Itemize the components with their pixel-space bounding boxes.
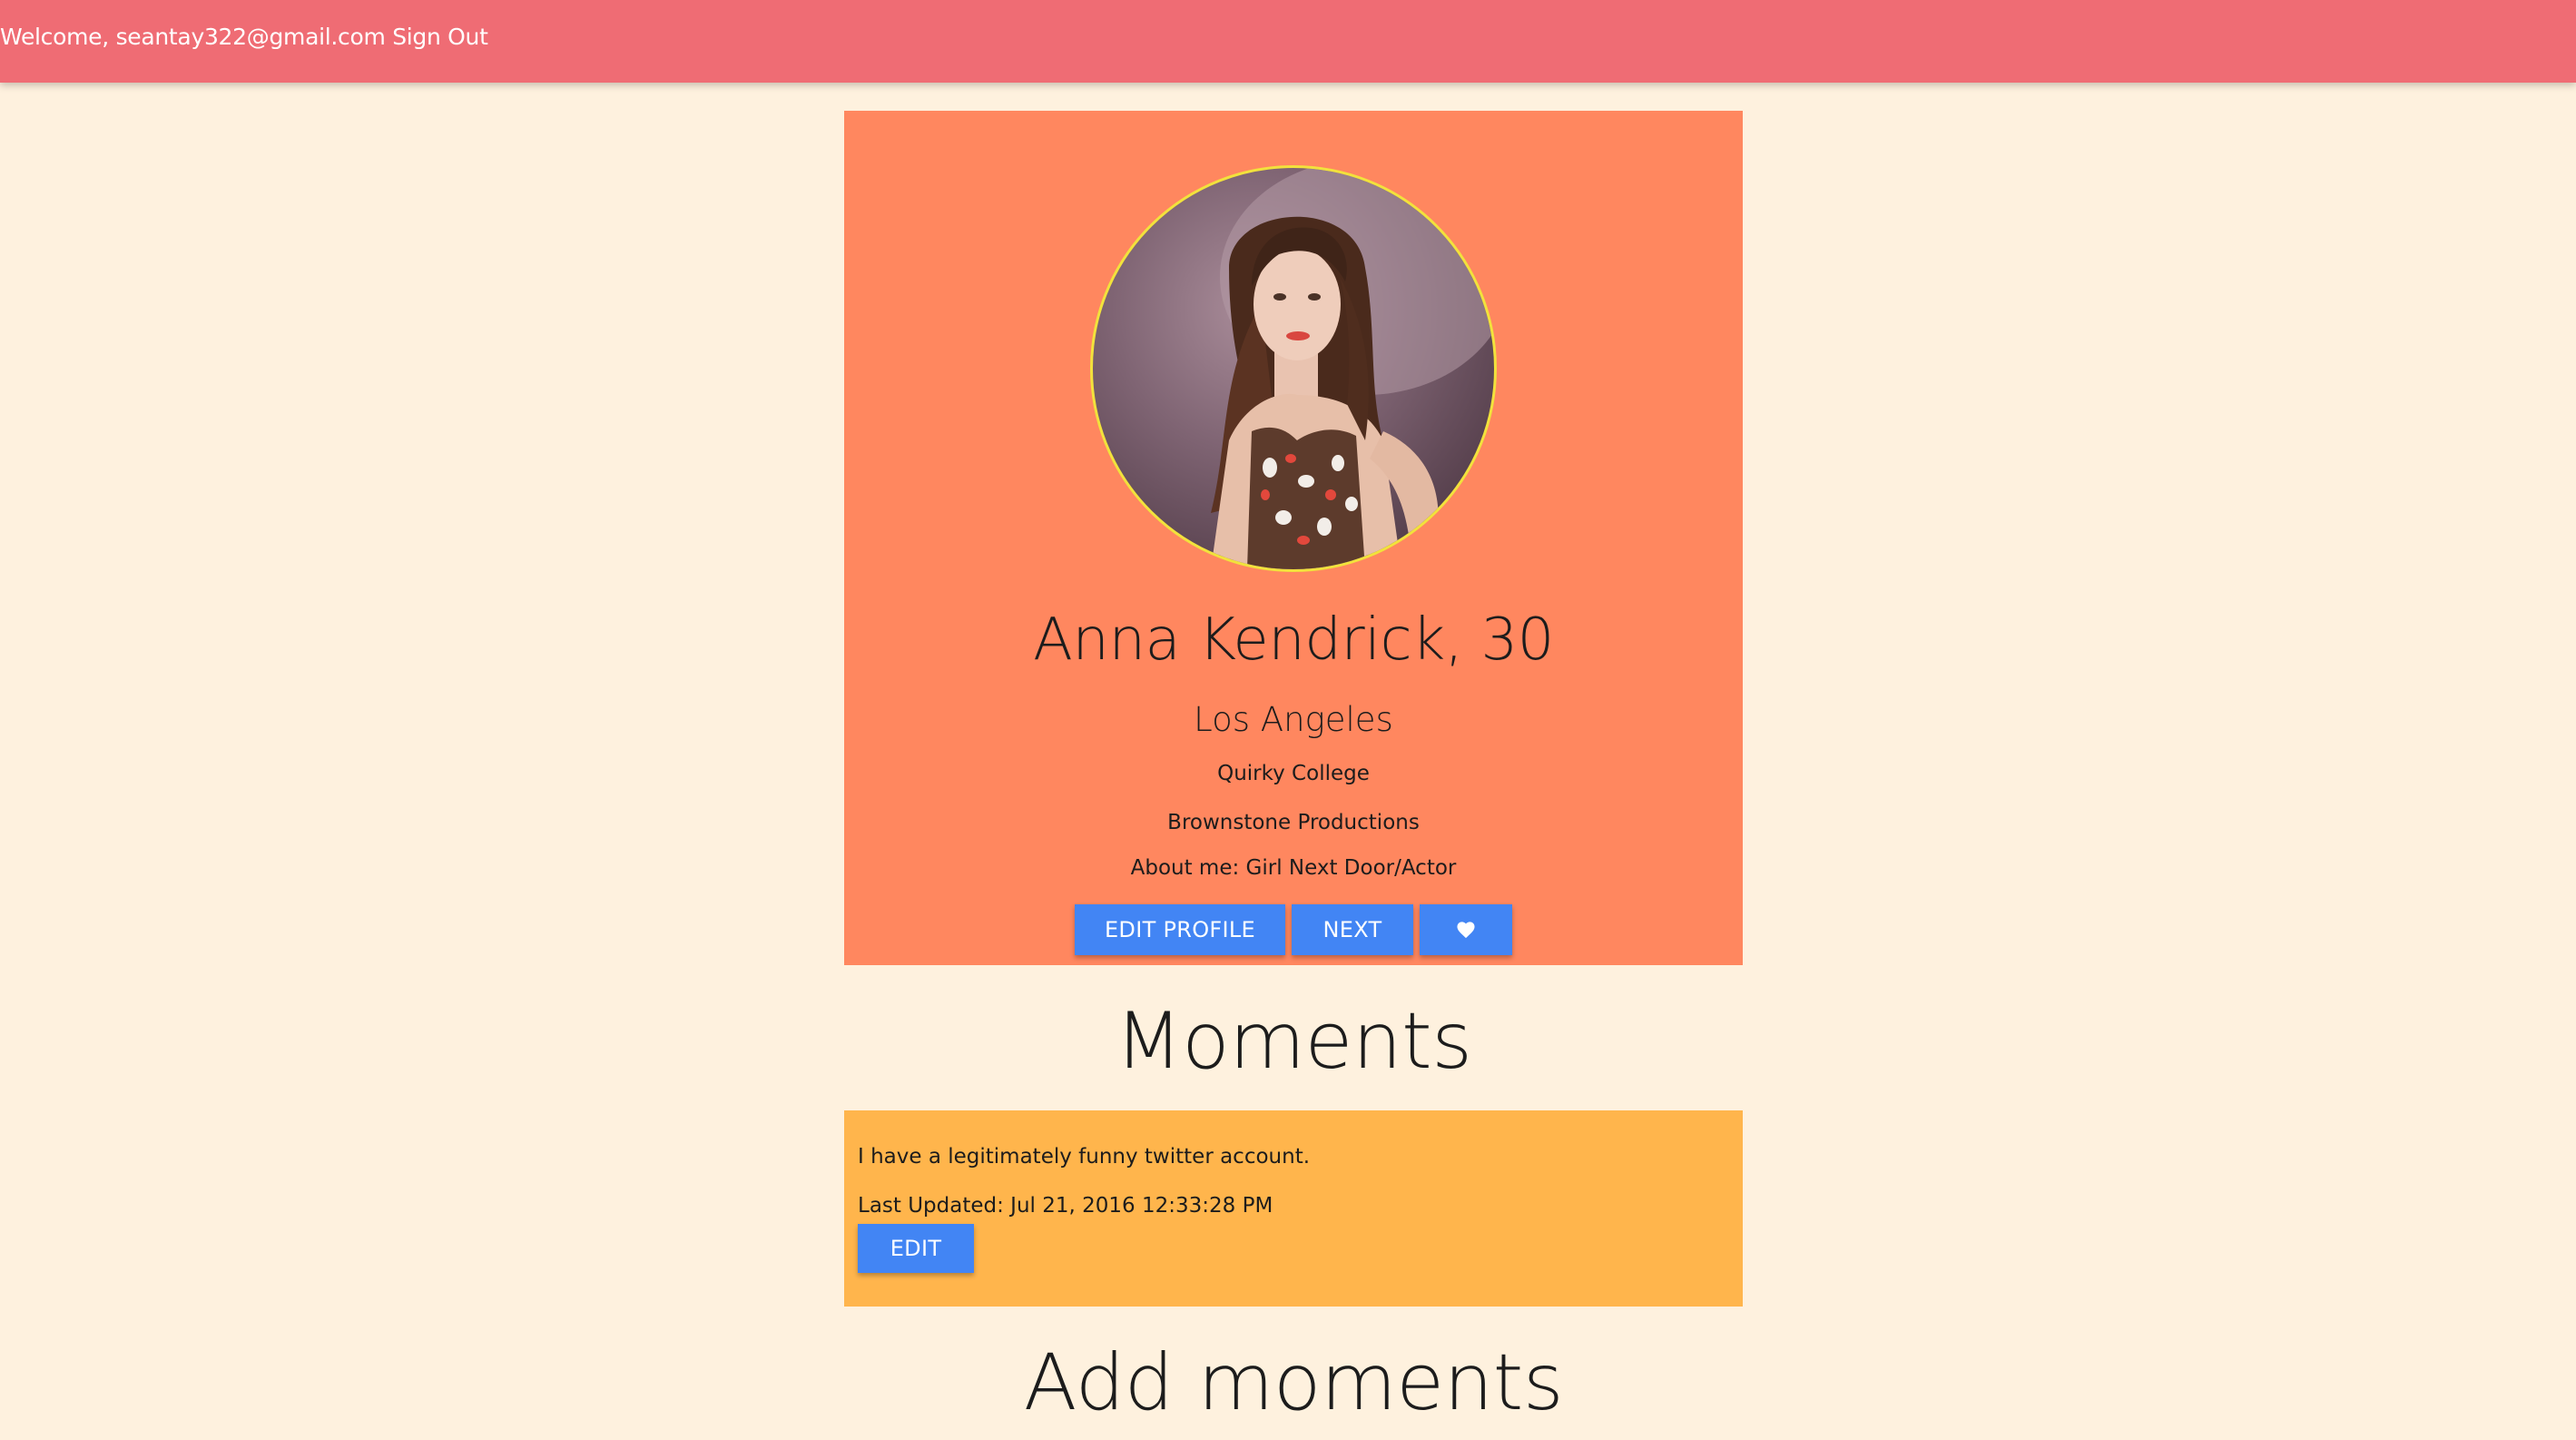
profile-card: Anna Kendrick, 30 Los Angeles Quirky Col… xyxy=(844,111,1743,965)
moment-last-updated: Last Updated: Jul 21, 2016 12:33:28 PM xyxy=(858,1194,1273,1218)
profile-school: Quirky College xyxy=(1217,762,1370,785)
add-moments-heading: Add moments xyxy=(1023,1337,1564,1428)
moment-card: I have a legitimately funny twitter acco… xyxy=(844,1110,1743,1307)
profile-avatar xyxy=(1090,165,1497,572)
sign-out-link[interactable]: Sign Out xyxy=(392,24,488,50)
edit-moment-button[interactable]: EDIT xyxy=(858,1224,974,1273)
moments-heading: Moments xyxy=(1115,996,1472,1087)
profile-city: Los Angeles xyxy=(1194,700,1393,739)
profile-name-age: Anna Kendrick, 30 xyxy=(1033,607,1554,674)
welcome-message: Welcome, seantay322@gmail.com Sign Out xyxy=(0,24,488,50)
welcome-prefix: Welcome, xyxy=(0,24,109,50)
top-bar: Welcome, seantay322@gmail.com Sign Out xyxy=(0,0,2576,83)
next-button[interactable]: NEXT xyxy=(1292,904,1413,955)
user-email: seantay322@gmail.com xyxy=(115,24,386,50)
like-button[interactable] xyxy=(1420,904,1512,955)
heart-icon xyxy=(1457,922,1475,939)
moment-text: I have a legitimately funny twitter acco… xyxy=(858,1145,1311,1169)
profile-work: Brownstone Productions xyxy=(1167,811,1420,834)
edit-profile-button[interactable]: EDIT PROFILE xyxy=(1075,904,1285,955)
profile-action-buttons: EDIT PROFILE NEXT xyxy=(844,904,1743,955)
profile-about: About me: Girl Next Door/Actor xyxy=(1130,856,1457,880)
avatar-portrait-image xyxy=(1211,168,1494,569)
